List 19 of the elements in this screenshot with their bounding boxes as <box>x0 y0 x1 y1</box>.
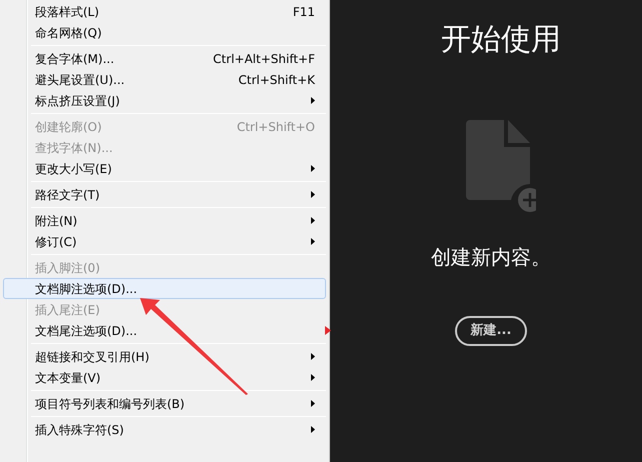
triangle-icon <box>325 326 331 335</box>
menu-item[interactable]: 避头尾设置(U)... Ctrl+Shift+K <box>3 69 326 90</box>
menu-item[interactable]: 文档脚注选项(D)... <box>3 278 326 299</box>
menu-item[interactable]: 附注(N) <box>3 210 326 231</box>
menu-item[interactable]: 更改大小写(E) <box>3 158 326 179</box>
menu-item[interactable]: 标点挤压设置(J) <box>3 90 326 111</box>
menu-item[interactable]: 路径文字(T) <box>3 184 326 205</box>
menu-item[interactable]: 超链接和交叉引用(H) <box>3 346 326 367</box>
panel-message: 创建新内容。 <box>431 244 551 271</box>
menu-item[interactable]: 文本变量(V) <box>3 367 326 388</box>
menu-item[interactable]: 命名网格(Q) <box>3 22 326 43</box>
menu-item[interactable]: 文档尾注选项(D)... <box>3 320 326 341</box>
menu-item[interactable]: 项目符号列表和编号列表(B) <box>3 393 326 414</box>
menu-item[interactable]: 段落样式(L) F11 <box>3 1 326 22</box>
menu-item[interactable]: 插入特殊字符(S) <box>3 419 326 440</box>
menu-item[interactable]: 修订(C) <box>3 231 326 252</box>
menu-item[interactable]: 复合字体(M)... Ctrl+Alt+Shift+F <box>3 48 326 69</box>
panel-title: 开始使用 <box>441 22 561 58</box>
new-button[interactable]: 新建... <box>454 316 528 346</box>
